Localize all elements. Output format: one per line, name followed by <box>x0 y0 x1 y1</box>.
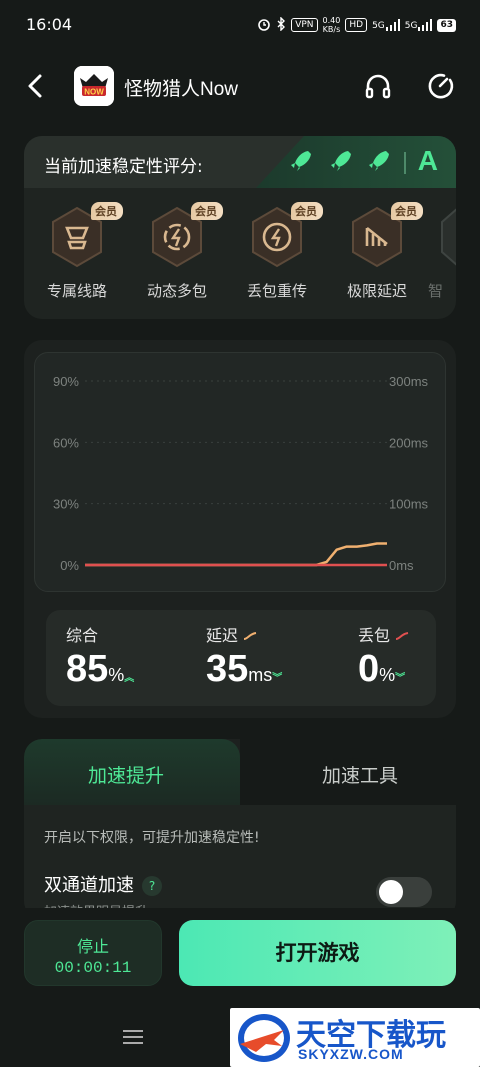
hd-badge: HD <box>345 18 368 32</box>
stability-card: 当前加速稳定性评分: A 会员 专属线路 会员 动态多包 会员 丢包重传 会员 … <box>24 136 456 319</box>
stability-label: 当前加速稳定性评分: <box>44 157 203 177</box>
right-tick-label: 100ms <box>389 497 429 512</box>
stability-grade: A <box>417 145 438 176</box>
watermark-url: SKYXZW.COM <box>298 1046 404 1062</box>
feature-label: 丢包重传 <box>246 282 307 300</box>
dual-channel-toggle[interactable] <box>376 877 432 907</box>
right-tick-label: 0ms <box>389 558 414 573</box>
watermark: 天空下载玩 SKYXZW.COM <box>230 1008 480 1067</box>
rocket-icon <box>288 148 314 174</box>
stat-value: 0%︾ <box>358 648 406 690</box>
vpn-badge: VPN <box>291 18 318 32</box>
vip-badge: 会员 <box>391 202 423 220</box>
feature-label: 极限延迟 <box>346 282 407 300</box>
help-icon[interactable]: ? <box>142 876 162 896</box>
left-tick-label: 0% <box>60 558 79 573</box>
bluetooth-icon <box>276 15 286 34</box>
left-tick-label: 30% <box>53 497 79 512</box>
stat-name: 延迟 <box>206 622 257 646</box>
left-tick-label: 90% <box>53 374 79 389</box>
stat-value: 85%︽ <box>66 648 135 690</box>
rocket-icon <box>328 148 354 174</box>
feature-label: 智 <box>428 282 444 300</box>
loss-legend-icon <box>395 632 409 640</box>
boost-content: 开启以下权限，可提升加速稳定性! 双通道加速? 加速效果明显提升 <box>24 805 456 919</box>
rocket-icon <box>366 148 392 174</box>
svg-text:NOW: NOW <box>84 88 104 97</box>
feature-packet-retransmit[interactable]: 会员 丢包重传 <box>232 202 323 301</box>
up-arrows-icon: ︽ <box>124 673 135 684</box>
boost-card: 加速工具 加速提升 开启以下权限，可提升加速稳定性! 双通道加速? 加速效果明显… <box>24 739 456 919</box>
tab-boost[interactable]: 加速提升 <box>24 739 240 805</box>
alarm-icon <box>257 17 271 34</box>
down-arrows-icon: ︾ <box>272 673 283 684</box>
stat-name: 综合 <box>66 626 99 645</box>
stop-button[interactable]: 停止 00:00:11 <box>24 920 162 986</box>
net-speed: 0.40 KB/s <box>322 16 341 34</box>
right-tick-label: 200ms <box>389 435 429 450</box>
feature-extreme-latency[interactable]: 会员 极限延迟 <box>332 202 423 301</box>
app-title: 怪物猎人Now <box>124 79 239 100</box>
vip-badge: 会员 <box>291 202 323 220</box>
dual-channel-label: 双通道加速? <box>44 871 162 897</box>
feature-label: 动态多包 <box>146 282 207 300</box>
latency-legend-icon <box>243 632 257 640</box>
feature-dynamic-multipacket[interactable]: 会员 动态多包 <box>132 202 223 301</box>
timer: 00:00:11 <box>54 959 132 977</box>
stats-panel: 综合 85%︽ 延迟 35ms︾ 丢包 0%︾ <box>46 610 436 706</box>
left-tick-label: 60% <box>53 435 79 450</box>
battery-icon: 63 <box>437 18 456 32</box>
vip-badge: 会员 <box>91 202 123 220</box>
down-arrows-icon: ︾ <box>395 673 406 684</box>
vip-badge: 会员 <box>191 202 223 220</box>
status-icons: VPN 0.40 KB/s HD 5G 5G 63 <box>257 15 456 34</box>
app-icon: NOW <box>74 66 114 106</box>
clock: 16:04 <box>26 15 73 34</box>
top-bar: NOW 怪物猎人Now <box>0 62 480 110</box>
feature-partial[interactable]: 智 <box>428 206 456 301</box>
feature-label: 专属线路 <box>46 282 107 300</box>
boost-hint: 开启以下权限，可提升加速稳定性! <box>44 830 260 846</box>
watermark-logo <box>238 1014 290 1062</box>
open-game-button[interactable]: 打开游戏 <box>179 920 456 986</box>
stat-name: 丢包 <box>358 622 409 646</box>
feature-exclusive-line[interactable]: 会员 专属线路 <box>32 202 123 301</box>
signal-1: 5G <box>372 19 400 31</box>
stat-value: 35ms︾ <box>206 648 283 690</box>
tab-tools[interactable]: 加速工具 <box>240 739 456 805</box>
speedometer-icon[interactable] <box>424 70 456 102</box>
stability-header: 当前加速稳定性评分: A <box>24 136 456 188</box>
menu-icon[interactable] <box>122 1028 144 1046</box>
stat-latency: 延迟 35ms︾ <box>206 610 336 706</box>
stop-label: 停止 <box>76 937 109 956</box>
latency-series-line <box>85 542 387 567</box>
latency-chart: 90% 300ms 60% 200ms 30% 100ms 0% 0ms <box>34 352 446 592</box>
headset-icon[interactable] <box>362 70 394 102</box>
signal-2: 5G <box>405 19 433 31</box>
status-bar: 16:04 VPN 0.40 KB/s HD 5G 5G 63 <box>0 0 480 50</box>
stat-overall: 综合 85%︽ <box>66 610 196 706</box>
back-arrow-icon[interactable] <box>20 70 52 102</box>
stat-loss: 丢包 0%︾ <box>358 610 480 706</box>
chart-svg: 90% 300ms 60% 200ms 30% 100ms 0% 0ms <box>53 374 429 573</box>
right-tick-label: 300ms <box>389 374 429 389</box>
